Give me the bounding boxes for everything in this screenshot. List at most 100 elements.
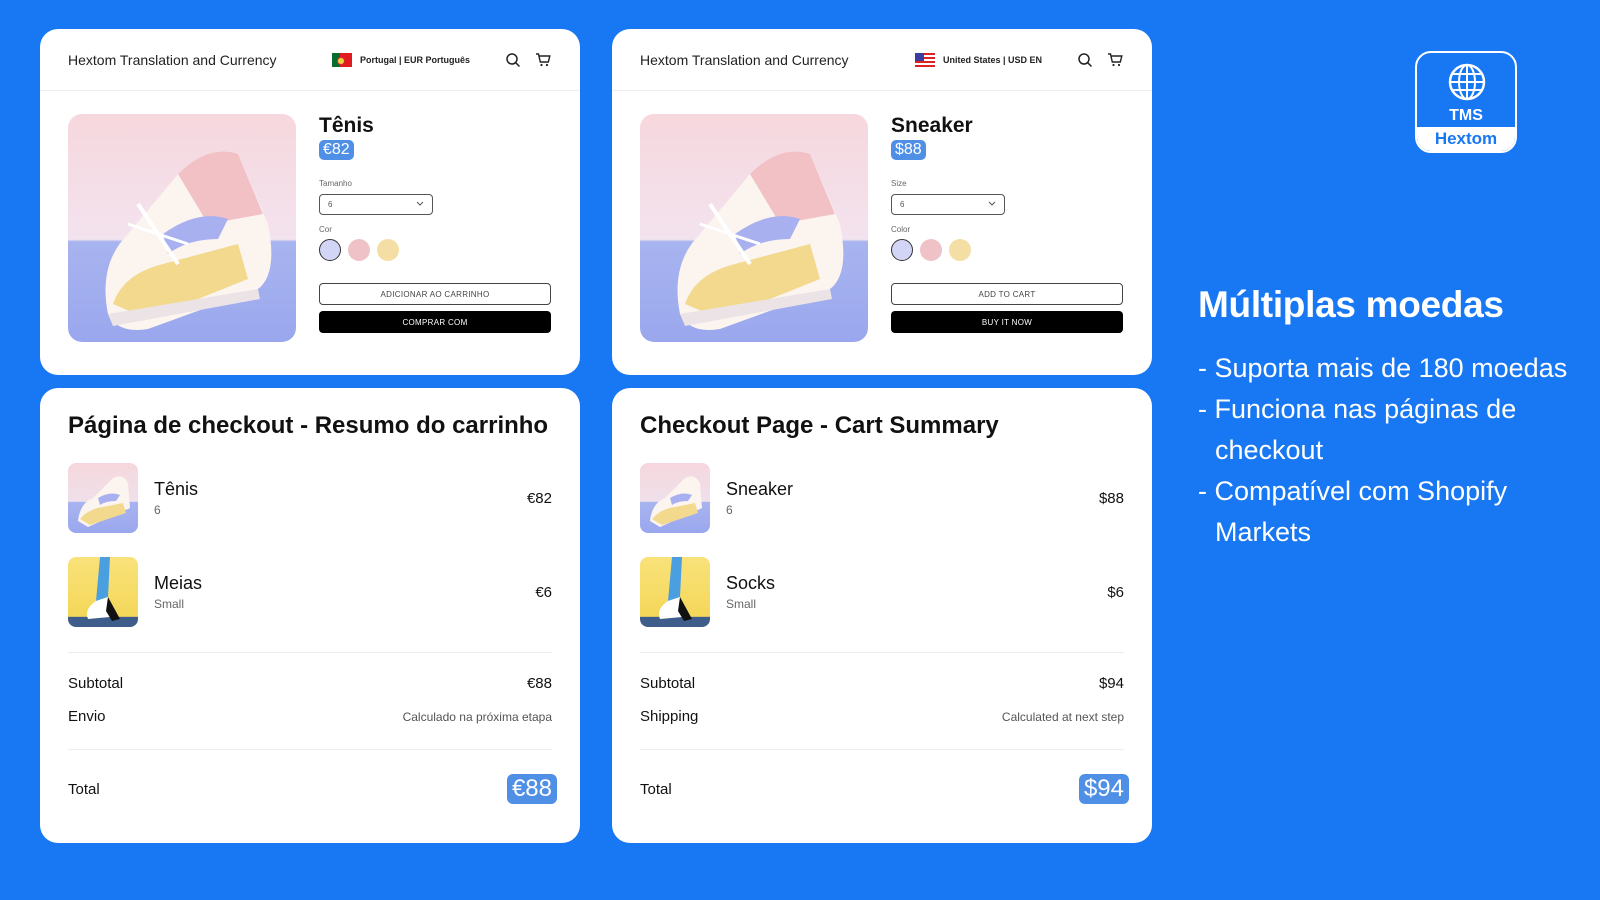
chevron-down-icon (416, 200, 424, 209)
search-icon[interactable] (1076, 51, 1094, 69)
product-title: Tênis (319, 114, 374, 137)
subtotal-row: Subtotal €88 (68, 675, 552, 692)
subtotal-label: Subtotal (68, 675, 124, 692)
storefront-card-united-states: Hextom Translation and Currency United S… (612, 29, 1152, 375)
promo-title: Múltiplas moedas (1198, 284, 1504, 325)
total-value: €88 (506, 774, 557, 804)
subtotal-row: Subtotal $94 (640, 675, 1124, 692)
shipping-row: Envio Calculado na próxima etapa (68, 708, 552, 725)
store-title[interactable]: Hextom Translation and Currency (640, 52, 915, 68)
cart-line-item: Sneaker 6 $88 (640, 462, 1124, 534)
checkout-summary-card-portugal: Página de checkout - Resumo do carrinho … (40, 388, 580, 843)
portugal-flag-icon (331, 52, 352, 67)
size-value: 6 (328, 200, 333, 209)
locale-label: United States | USD EN (942, 54, 1042, 65)
storefront-card-portugal: Hextom Translation and Currency Portugal… (40, 29, 580, 375)
cart-line-item: Meias Small €6 (68, 556, 552, 628)
color-swatch-yellow[interactable] (949, 239, 971, 261)
feature-item: - Compatível com Shopify Markets (1198, 476, 1508, 547)
shipping-value: Calculated at next step (1001, 709, 1124, 724)
hextom-tms-logo: TMS Hextom (1415, 51, 1517, 153)
locale-label: Portugal | EUR Português (359, 54, 470, 65)
size-select[interactable]: 6 (319, 194, 433, 215)
color-swatches (891, 239, 1124, 261)
total-row: Total $94 (640, 774, 1129, 804)
item-thumbnail-sneaker (68, 463, 138, 533)
total-label: Total (68, 780, 100, 798)
total-row: Total €88 (68, 774, 557, 804)
promo-panel: Múltiplas moedas - Suporta mais de 180 m… (1198, 284, 1578, 553)
size-label: Size (891, 179, 907, 188)
item-name: Sneaker (726, 479, 794, 499)
product-image-sneaker[interactable] (68, 114, 296, 342)
chevron-down-icon (988, 200, 996, 209)
subtotal-value: $94 (1098, 675, 1124, 692)
feature-item: - Funciona nas páginas de checkout (1198, 394, 1517, 465)
item-price: €82 (526, 489, 552, 507)
product-image-sneaker[interactable] (640, 114, 868, 342)
us-flag-icon (914, 52, 935, 67)
color-swatch-yellow[interactable] (377, 239, 399, 261)
item-variant: Small (726, 597, 757, 611)
cart-line-item: Socks Small $6 (640, 556, 1124, 628)
color-label: Cor (319, 225, 332, 234)
item-price: $6 (1107, 583, 1124, 601)
item-price: €6 (535, 583, 552, 601)
color-swatch-pink[interactable] (920, 239, 942, 261)
item-name: Tênis (154, 479, 199, 499)
item-name: Socks (726, 573, 776, 593)
locale-selector[interactable]: Portugal | EUR Português (331, 52, 470, 67)
item-name: Meias (154, 573, 203, 593)
divider (68, 749, 552, 750)
shipping-row: Shipping Calculated at next step (640, 708, 1124, 725)
feature-list: - Suporta mais de 180 moedas - Funciona … (1198, 348, 1578, 553)
total-value: $94 (1078, 774, 1129, 804)
item-variant: 6 (726, 503, 733, 517)
logo-acronym: TMS (1449, 107, 1483, 124)
product-price: $88 (891, 140, 926, 160)
shipping-value: Calculado na próxima etapa (402, 709, 552, 724)
color-label: Color (891, 225, 911, 234)
product-title: Sneaker (891, 114, 973, 137)
shipping-label: Shipping (640, 708, 699, 725)
buy-now-button[interactable]: BUY IT NOW (891, 311, 1123, 333)
item-price: $88 (1098, 489, 1124, 507)
total-label: Total (640, 780, 672, 798)
checkout-summary-card-united-states: Checkout Page - Cart Summary Sneaker 6 $… (612, 388, 1152, 843)
color-swatch-pink[interactable] (348, 239, 370, 261)
cart-icon[interactable] (534, 51, 552, 69)
divider (640, 749, 1124, 750)
product-price: €82 (319, 140, 354, 160)
color-swatches (319, 239, 552, 261)
buy-now-button[interactable]: COMPRAR COM (319, 311, 551, 333)
globe-icon (1447, 62, 1487, 107)
logo-brand: Hextom (1417, 127, 1515, 151)
divider (640, 652, 1124, 653)
cart-icon[interactable] (1106, 51, 1124, 69)
size-value: 6 (900, 200, 905, 209)
subtotal-label: Subtotal (640, 675, 696, 692)
add-to-cart-button[interactable]: ADICIONAR AO CARRINHO (319, 283, 551, 305)
store-header: Hextom Translation and Currency Portugal… (40, 29, 580, 91)
size-select[interactable]: 6 (891, 194, 1005, 215)
checkout-title: Página de checkout - Resumo do carrinho (68, 412, 549, 439)
item-thumbnail-socks (640, 557, 710, 627)
color-swatch-lavender[interactable] (891, 239, 913, 261)
item-variant: 6 (154, 503, 161, 517)
search-icon[interactable] (504, 51, 522, 69)
locale-selector[interactable]: United States | USD EN (914, 52, 1042, 67)
add-to-cart-button[interactable]: ADD TO CART (891, 283, 1123, 305)
store-header: Hextom Translation and Currency United S… (612, 29, 1152, 91)
feature-item: - Suporta mais de 180 moedas (1198, 353, 1568, 383)
item-thumbnail-sneaker (640, 463, 710, 533)
item-variant: Small (154, 597, 185, 611)
store-title[interactable]: Hextom Translation and Currency (68, 52, 332, 68)
divider (68, 652, 552, 653)
subtotal-value: €88 (526, 675, 552, 692)
checkout-title: Checkout Page - Cart Summary (640, 412, 999, 439)
cart-line-item: Tênis 6 €82 (68, 462, 552, 534)
shipping-label: Envio (68, 708, 106, 725)
size-label: Tamanho (319, 179, 352, 188)
item-thumbnail-socks (68, 557, 138, 627)
color-swatch-lavender[interactable] (319, 239, 341, 261)
